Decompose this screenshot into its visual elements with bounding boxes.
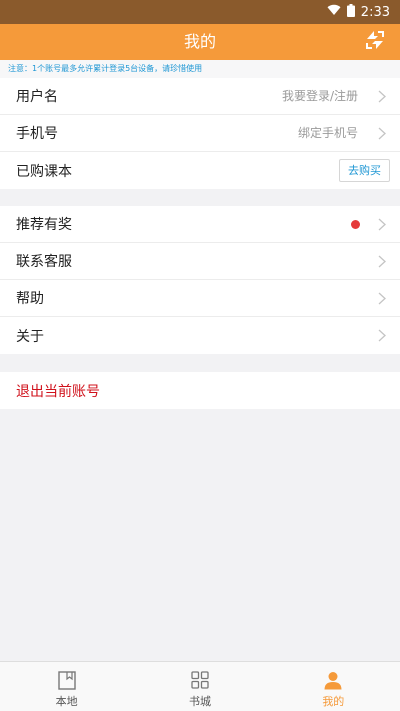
misc-section: 推荐有奖 联系客服 帮助 关于 (0, 206, 400, 354)
status-indicators: 2:33 (327, 0, 390, 24)
sync-icon (363, 28, 387, 56)
bind-phone-hint: 绑定手机号 (297, 126, 358, 140)
page-title: 我的 (183, 32, 216, 51)
logout-row[interactable]: 退出当前账号 (0, 372, 400, 409)
referral-label: 推荐有奖 (16, 217, 72, 233)
referral-row[interactable]: 推荐有奖 (0, 206, 400, 243)
username-row[interactable]: 用户名 我要登录/注册 (0, 78, 400, 115)
about-row[interactable]: 关于 (0, 317, 400, 354)
status-bar: 2:33 (0, 0, 400, 24)
username-label: 用户名 (16, 89, 58, 105)
nav-store[interactable]: 书城 (133, 662, 266, 711)
app-bar: 我的 (0, 24, 400, 60)
purchased-books-row: 已购课本 去购买 (0, 152, 400, 189)
customer-service-label: 联系客服 (16, 254, 72, 270)
book-icon (57, 670, 77, 690)
logout-button[interactable]: 退出当前账号 (16, 381, 100, 401)
status-time: 2:33 (360, 4, 390, 20)
login-register-hint: 我要登录/注册 (281, 89, 358, 103)
nav-store-label: 书城 (188, 695, 211, 708)
purchased-books-label: 已购课本 (16, 163, 72, 180)
chevron-right-icon (378, 255, 386, 268)
phone-label: 手机号 (16, 126, 58, 142)
nav-mine[interactable]: 我的 (267, 662, 400, 711)
nav-local-label: 本地 (55, 695, 78, 708)
notification-dot (351, 220, 360, 229)
device-limit-notice: 注意：1个账号最多允许累计登录5台设备，请珍惜使用 (0, 60, 400, 78)
go-buy-button[interactable]: 去购买 (339, 159, 390, 182)
wifi-icon (327, 4, 341, 20)
nav-mine-label: 我的 (322, 695, 345, 708)
nav-local[interactable]: 本地 (0, 662, 133, 711)
chevron-right-icon (378, 90, 386, 103)
chevron-right-icon (378, 329, 386, 342)
sync-button[interactable] (362, 29, 388, 55)
battery-icon (346, 3, 355, 21)
grid-icon (190, 670, 210, 690)
chevron-right-icon (378, 127, 386, 140)
customer-service-row[interactable]: 联系客服 (0, 243, 400, 280)
bottom-nav: 本地 书城 我的 (0, 661, 400, 711)
help-row[interactable]: 帮助 (0, 280, 400, 317)
account-section: 用户名 我要登录/注册 手机号 绑定手机号 已购课本 去购买 (0, 78, 400, 189)
phone-row[interactable]: 手机号 绑定手机号 (0, 115, 400, 152)
chevron-right-icon (378, 218, 386, 231)
about-label: 关于 (16, 328, 44, 345)
logout-section: 退出当前账号 (0, 372, 400, 409)
help-label: 帮助 (16, 291, 44, 307)
person-icon (323, 670, 343, 690)
chevron-right-icon (378, 292, 386, 305)
